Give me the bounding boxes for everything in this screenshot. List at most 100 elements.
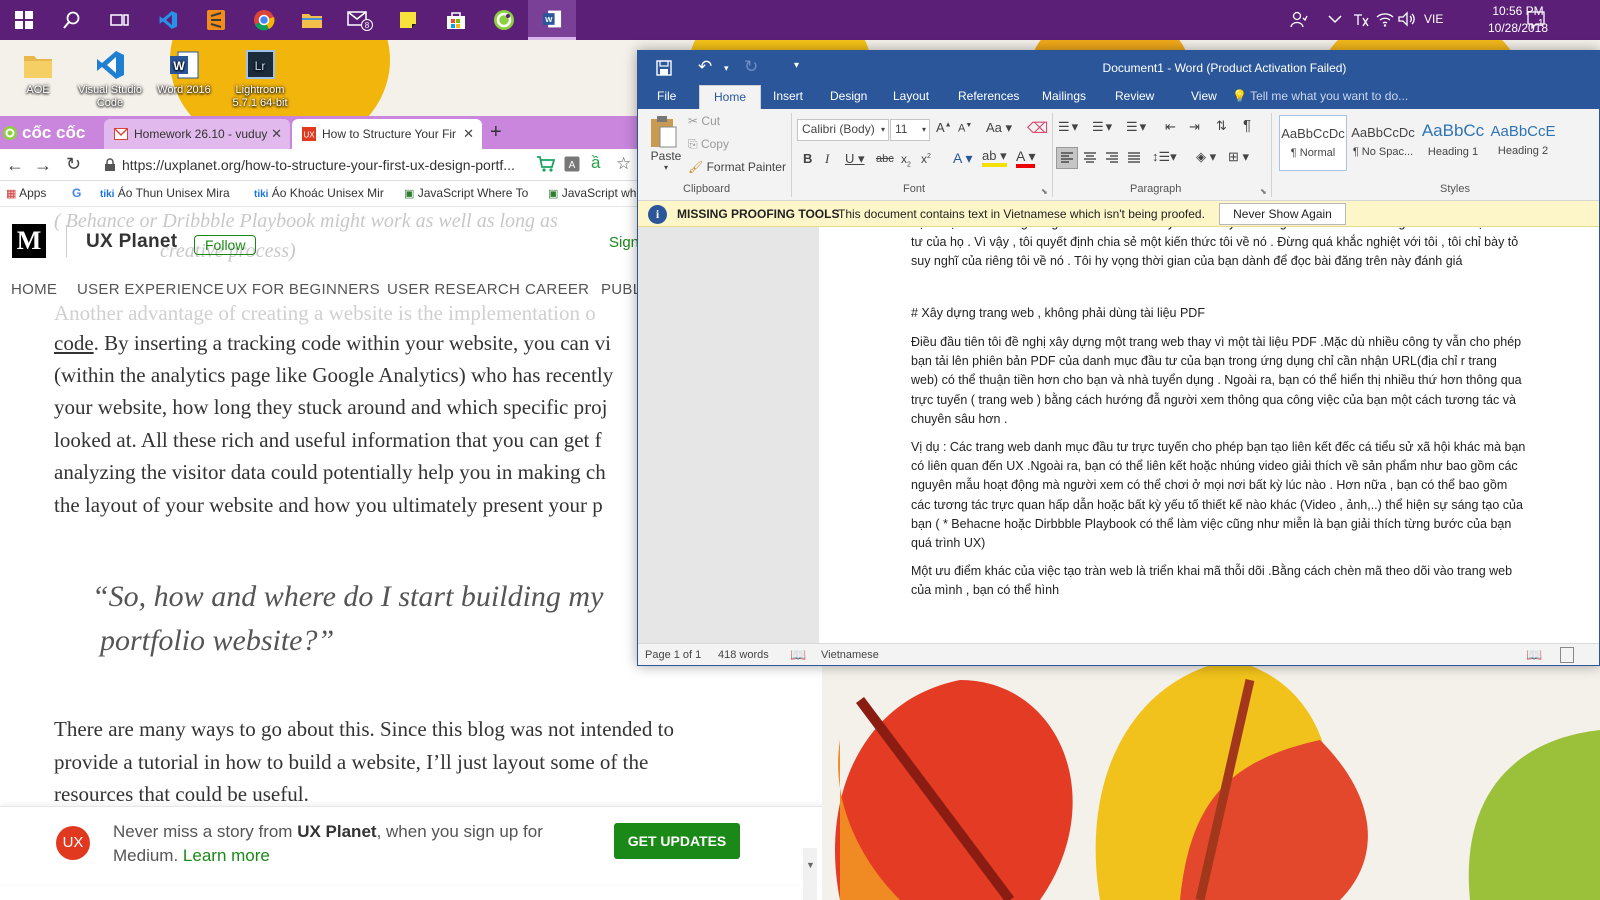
bookmark-javascript-wh[interactable]: ▣ JavaScript wh [548,186,636,200]
align-right-icon[interactable] [1102,148,1122,168]
taskbar-chrome[interactable] [240,0,288,40]
notification-button[interactable]: 1 [1527,10,1549,30]
site-name[interactable]: UX Planet [86,231,177,253]
text-effects-icon[interactable]: A ▾ [953,150,972,167]
tab-references[interactable]: References [958,89,1019,103]
cut-button[interactable]: ✂ Cut [688,114,720,128]
medium-logo[interactable]: M [12,224,46,258]
style-normal[interactable]: AaBbCcDc ¶ Normal [1279,115,1347,171]
superscript-icon[interactable]: x2 [921,152,931,166]
wifi-icon[interactable] [1376,11,1394,27]
grow-font-icon[interactable]: A▲ [936,120,952,135]
style-heading-1[interactable]: AaBbCc Heading 1 [1419,115,1487,171]
taskbar-store[interactable] [432,0,480,40]
decrease-indent-icon[interactable]: ⇤ [1165,119,1176,135]
tab-how-to-structure[interactable]: UX How to Structure Your Fir ✕ [292,119,482,149]
line-spacing-icon[interactable]: ↕☰▾ [1152,149,1177,165]
paragraph-dialog-launcher-icon[interactable]: ⬊ [1260,187,1267,196]
bookmark-star-icon[interactable]: ☆ [616,154,631,174]
people-icon[interactable] [1290,11,1308,29]
increase-indent-icon[interactable]: ⇥ [1189,119,1200,135]
strikethrough-icon[interactable]: abc [876,153,894,165]
subscript-icon[interactable]: x2 [901,152,911,168]
highlight-icon[interactable]: ab ▾ [982,149,1007,167]
task-view-button[interactable] [96,0,144,40]
tab-insert[interactable]: Insert [773,89,803,103]
clear-formatting-icon[interactable]: ⌫ [1027,119,1048,137]
nav-career[interactable]: CAREER [525,281,589,298]
reload-icon[interactable]: ↻ [66,154,81,175]
code-link[interactable]: code [54,331,94,355]
page-count[interactable]: Page 1 of 1 [645,649,701,661]
shopping-cart-icon[interactable] [536,155,556,173]
font-size-select[interactable]: 11 ▾ [890,119,930,141]
close-icon[interactable]: ✕ [463,126,474,142]
nav-publ[interactable]: PUBL [601,281,641,298]
tab-review[interactable]: Review [1115,89,1154,103]
tell-me-search[interactable]: 💡 Tell me what you want to do... [1232,89,1408,103]
browser-scrollbar[interactable]: ▼ [803,848,817,900]
start-button[interactable] [0,0,48,40]
sort-icon[interactable]: ⇅ [1216,118,1227,134]
chevron-up-icon[interactable] [1328,14,1342,24]
bold-icon[interactable]: B [803,151,812,166]
desktop-icon-word[interactable]: W Word 2016 [148,44,220,97]
get-updates-button[interactable]: GET UPDATES [614,823,740,859]
nav-user-research[interactable]: USER RESEARCH [387,281,520,298]
shrink-font-icon[interactable]: A▼ [958,122,972,135]
font-color-icon[interactable]: A ▾ [1016,149,1036,168]
desktop-icon-lightroom[interactable]: Lr Lightroom 5.7.1 64-bit [224,44,296,110]
sign-in-link[interactable]: Sign [609,234,639,251]
taskbar-word[interactable]: W [528,0,576,40]
never-show-again-button[interactable]: Never Show Again [1219,203,1346,225]
tab-file[interactable]: File [657,89,676,103]
justify-icon[interactable] [1124,148,1144,168]
tab-layout[interactable]: Layout [893,89,929,103]
forward-icon[interactable]: → [34,155,52,176]
tab-design[interactable]: Design [830,89,867,103]
print-layout-icon[interactable] [1560,647,1574,663]
tab-home[interactable]: Home [699,85,762,109]
search-button[interactable] [48,0,96,40]
bookmark-javascript-where[interactable]: ▣ JavaScript Where To [404,186,528,200]
align-left-icon[interactable] [1056,147,1078,169]
close-icon[interactable]: ✕ [271,126,282,142]
format-painter-button[interactable]: 🖌 Format Painter [688,160,786,174]
new-tab-icon[interactable]: + [490,121,502,144]
style-heading-2[interactable]: AaBbCcE Heading 2 [1489,115,1557,171]
font-name-select[interactable]: Calibri (Body) ▾ [797,119,889,141]
numbering-icon[interactable]: ☰▾ [1092,119,1114,135]
tab-homework[interactable]: Homework 26.10 - vuduy ✕ [104,119,290,149]
copy-button[interactable]: ⎘ Copy [688,137,729,152]
scroll-down-icon[interactable]: ▼ [806,860,815,870]
multilevel-list-icon[interactable]: ☰▾ [1126,119,1148,135]
italic-icon[interactable]: I [825,151,829,167]
vietnamese-input-icon[interactable]: ầ [591,153,600,173]
taskbar-file-explorer[interactable] [288,0,336,40]
language-indicator[interactable]: VIE [1424,12,1443,26]
paste-button[interactable]: Paste ▾ [648,115,684,172]
desktop-icon-vscode[interactable]: Visual Studio Code [74,44,146,110]
volume-icon[interactable] [1398,11,1416,27]
learn-more-link[interactable]: Learn more [183,846,270,865]
bookmark-ao-thun[interactable]: tiki Áo Thun Unisex Mira [100,186,230,200]
taskbar-mail[interactable]: 8 [336,0,384,40]
taskbar-sublime[interactable] [192,0,240,40]
read-mode-icon[interactable]: 📖 [1526,647,1542,663]
taskbar-coc-coc[interactable] [480,0,528,40]
translate-icon[interactable]: A [564,156,580,172]
proofing-icon[interactable]: 📖 [790,647,806,663]
back-icon[interactable]: ← [6,155,24,176]
align-center-icon[interactable] [1080,148,1100,168]
font-dialog-launcher-icon[interactable]: ⬊ [1041,187,1048,196]
style-no-spacing[interactable]: AaBbCcDc ¶ No Spac... [1349,115,1417,171]
document-page[interactable]: bạn. Mặn dù tôi cũng là người mới cho đế… [819,227,1599,643]
change-case-icon[interactable]: Aa ▾ [986,120,1012,136]
coc-coc-logo[interactable]: cốc cốc [2,122,98,144]
nav-ux-for-beginners[interactable]: UX FOR BEGINNERS [226,281,380,298]
desktop-icon-aoe[interactable]: AOE [2,44,74,97]
bullets-icon[interactable]: ☰▾ [1058,119,1080,135]
follow-button[interactable]: Follow [194,235,257,255]
show-formatting-icon[interactable]: ¶ [1243,117,1251,134]
underline-icon[interactable]: U ▾ [845,151,865,167]
